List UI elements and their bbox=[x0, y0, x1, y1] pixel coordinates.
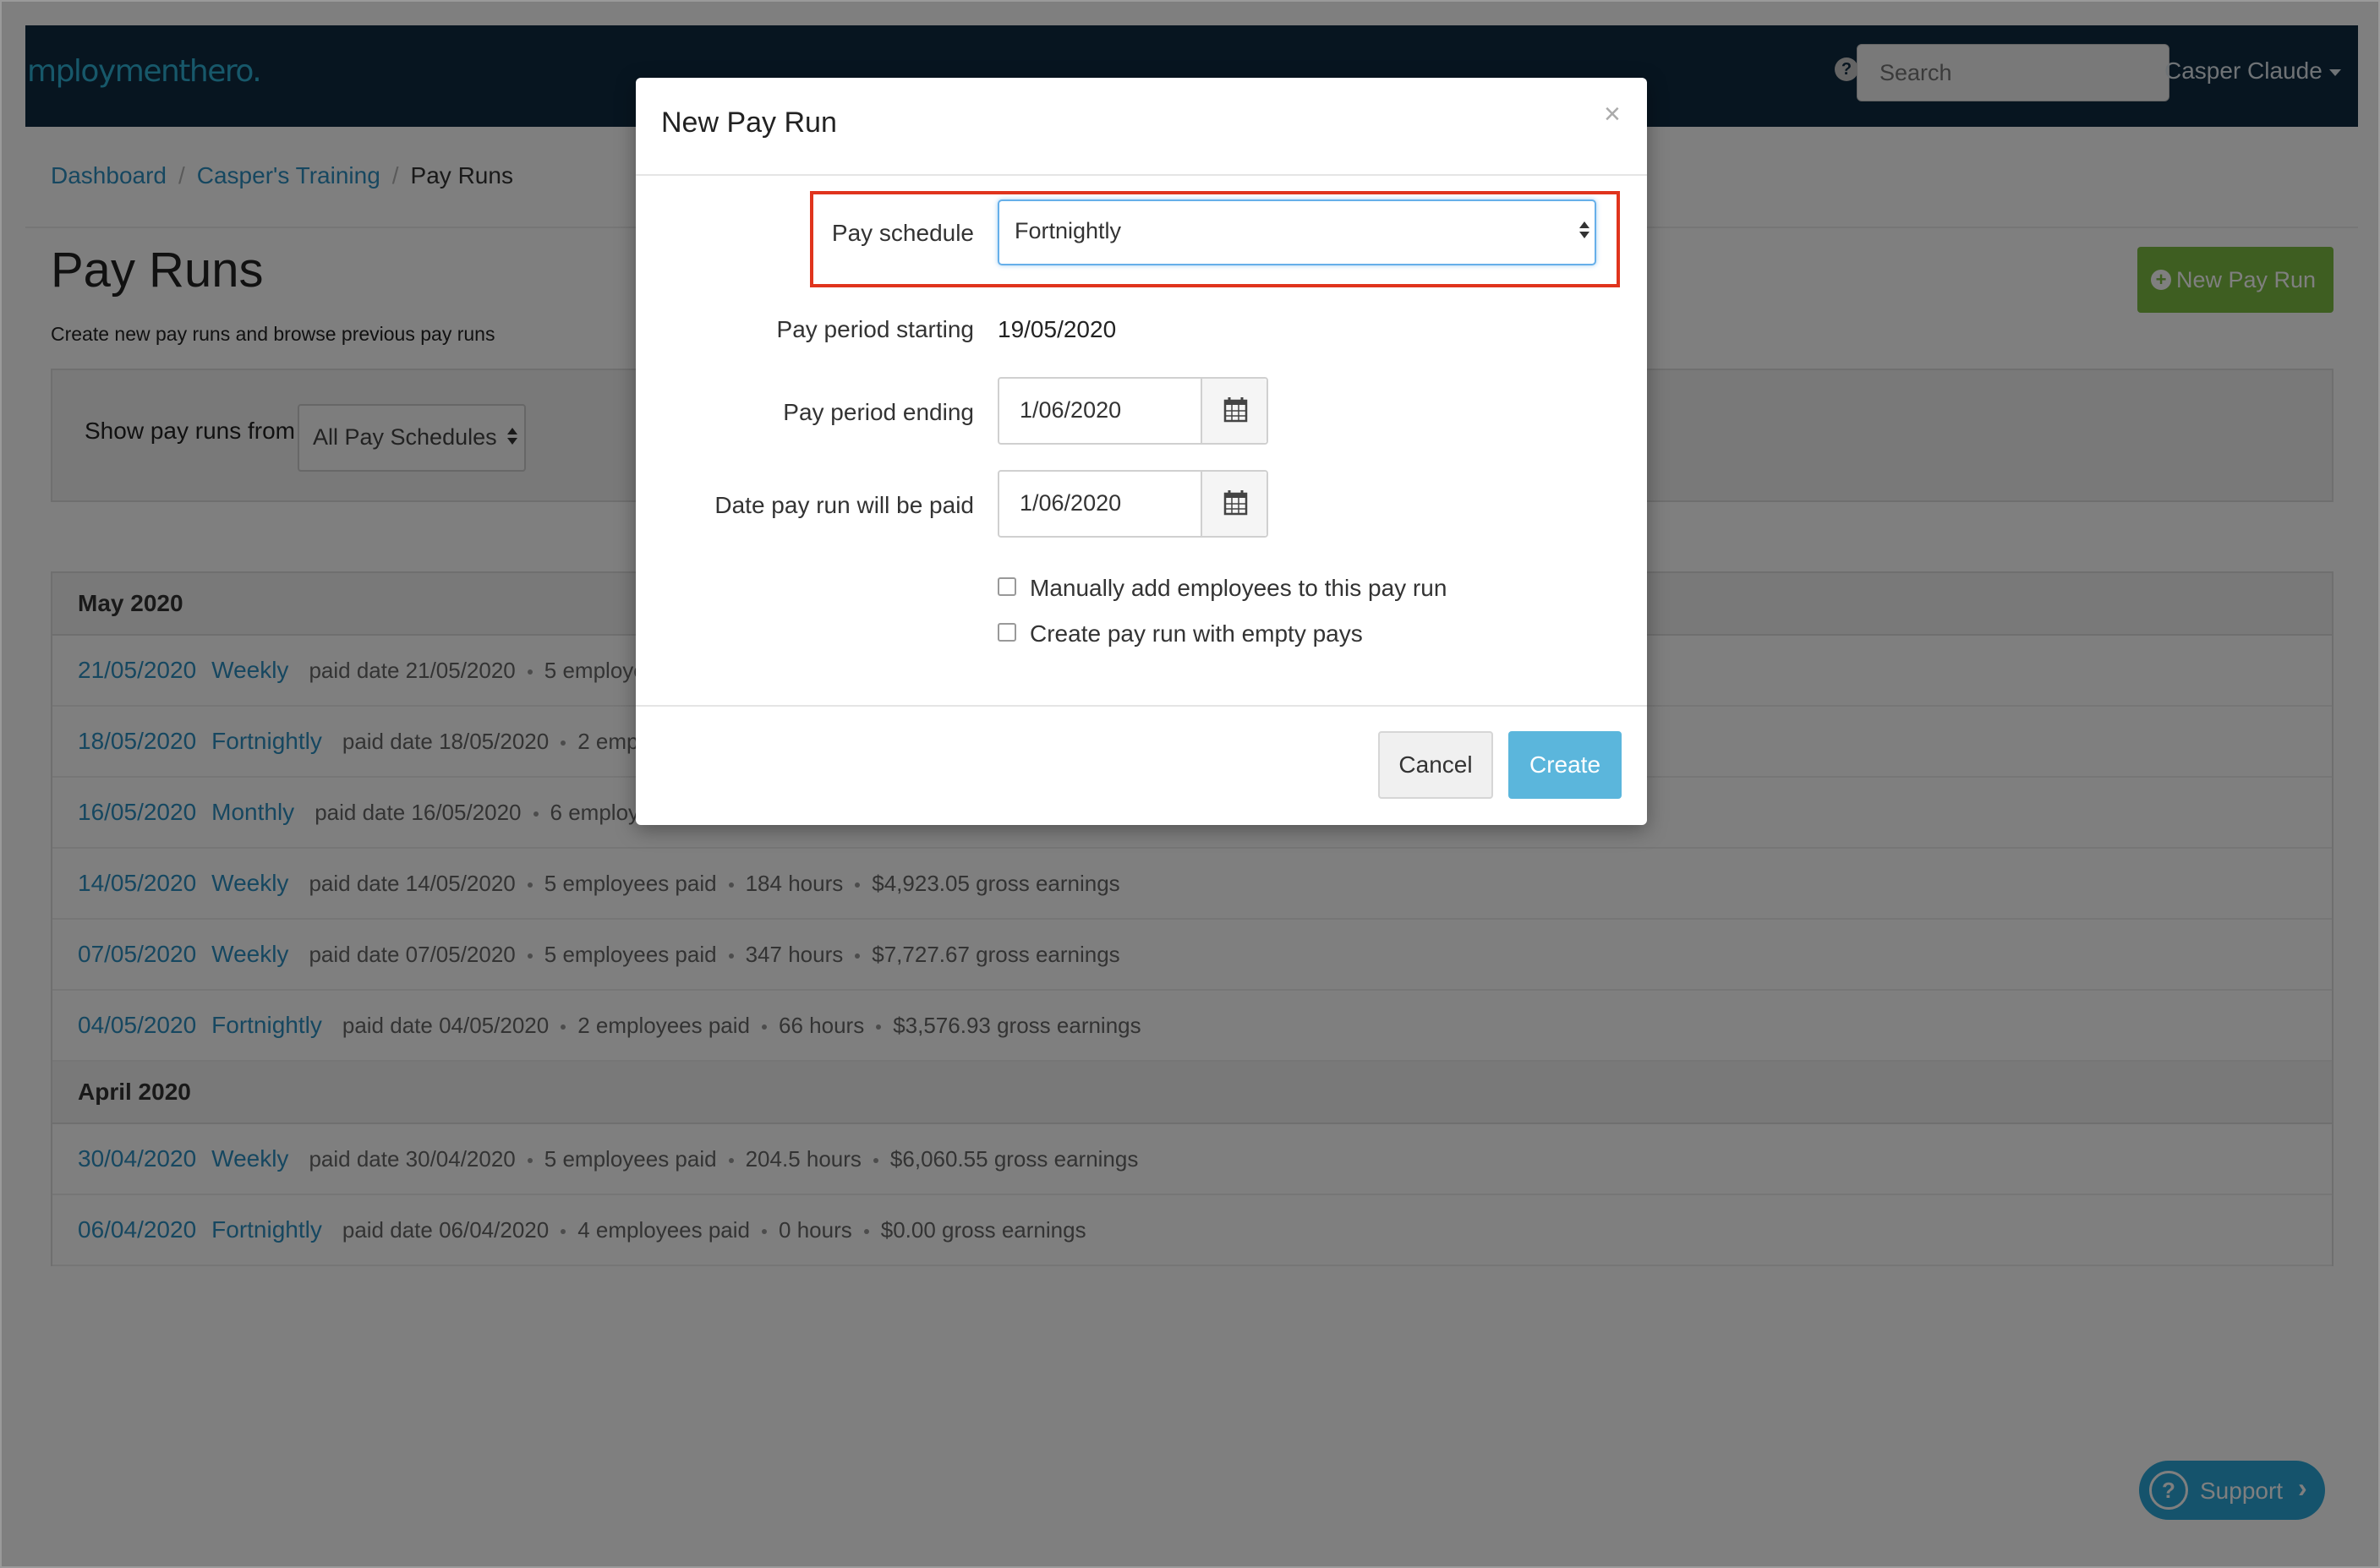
paid-date-value: 1/06/2020 bbox=[1020, 490, 1122, 516]
app-window: mploymenthero. ? Casper Claude Dashboard… bbox=[0, 0, 2380, 1568]
calendar-icon bbox=[1223, 397, 1248, 423]
modal-footer-divider bbox=[636, 705, 1647, 707]
paid-date-field[interactable]: 1/06/2020 bbox=[998, 470, 1268, 538]
pay-schedule-label: Pay schedule bbox=[831, 220, 974, 246]
manual-add-checkbox[interactable] bbox=[998, 576, 1016, 596]
empty-pays-checkbox[interactable] bbox=[998, 622, 1016, 642]
period-start-value: 19/05/2020 bbox=[998, 316, 1117, 342]
empty-pays-option[interactable]: Create pay run with empty pays bbox=[998, 620, 1363, 647]
period-end-label: Pay period ending bbox=[783, 399, 974, 425]
manual-add-option[interactable]: Manually add employees to this pay run bbox=[998, 575, 1447, 602]
modal-title: New Pay Run bbox=[661, 107, 837, 139]
period-end-field[interactable]: 1/06/2020 bbox=[998, 377, 1268, 445]
new-pay-run-modal: New Pay Run × Pay schedule Fortnightly P… bbox=[636, 78, 1647, 825]
pay-schedule-value: Fortnightly bbox=[1015, 218, 1122, 243]
sort-updown-icon bbox=[1579, 221, 1589, 238]
calendar-button[interactable] bbox=[1201, 472, 1267, 536]
paid-date-label: Date pay run will be paid bbox=[714, 492, 974, 518]
calendar-button[interactable] bbox=[1201, 379, 1267, 443]
empty-pays-label: Create pay run with empty pays bbox=[1030, 620, 1363, 647]
pay-schedule-select[interactable]: Fortnightly bbox=[998, 199, 1596, 265]
cancel-button[interactable]: Cancel bbox=[1378, 731, 1493, 799]
period-start-label: Pay period starting bbox=[776, 316, 974, 342]
close-icon[interactable]: × bbox=[1604, 98, 1621, 131]
calendar-icon bbox=[1223, 490, 1248, 516]
modal-header-divider bbox=[636, 174, 1647, 176]
manual-add-label: Manually add employees to this pay run bbox=[1030, 575, 1447, 601]
create-button[interactable]: Create bbox=[1508, 731, 1622, 799]
period-end-value: 1/06/2020 bbox=[1020, 397, 1122, 423]
